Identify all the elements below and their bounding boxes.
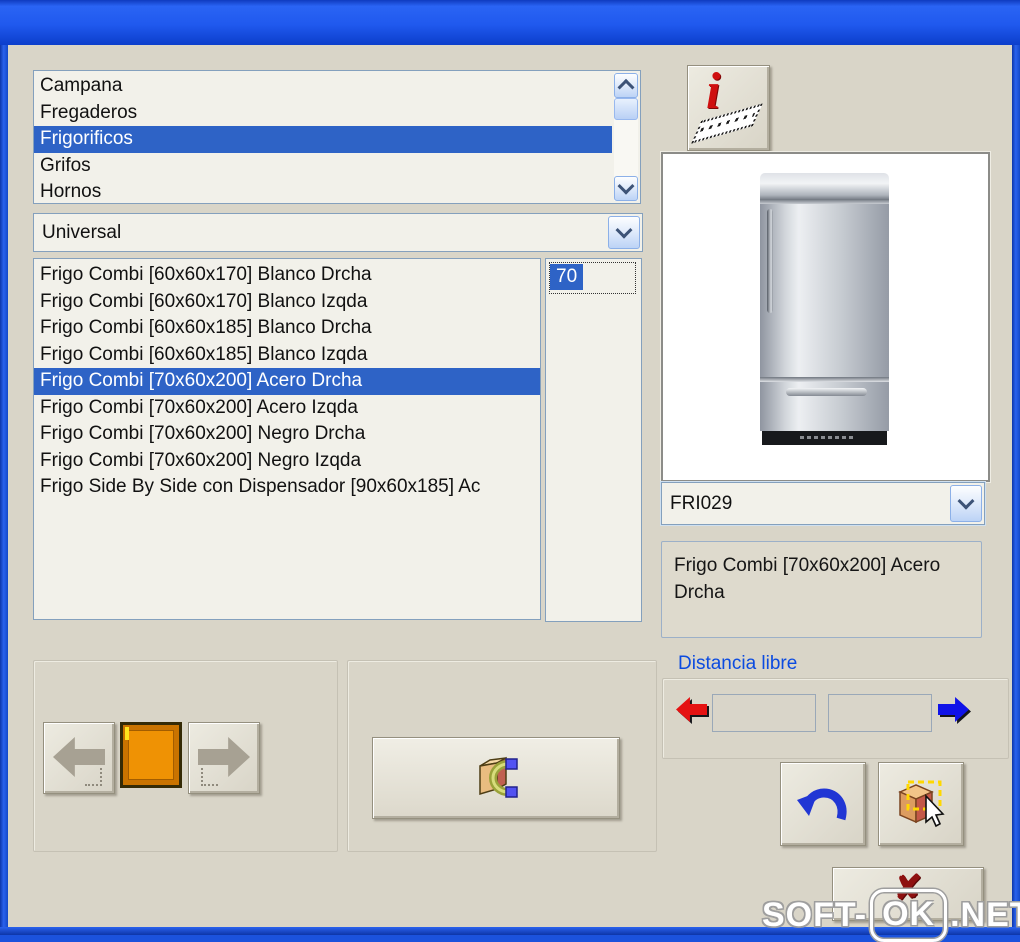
brand-combobox[interactable]: Universal — [33, 213, 643, 252]
watermark-suffix: .NET — [950, 896, 1020, 934]
product-listbox: Frigo Combi [60x60x170] Blanco Drcha Frig… — [33, 258, 541, 620]
distancia-libre-label: Distancia libre — [678, 653, 798, 674]
product-list-item[interactable]: Frigo Combi [70x60x200] Negro Drcha — [34, 421, 540, 448]
info-icon: i — [706, 63, 721, 120]
watermark-prefix: SOFT- — [762, 896, 868, 934]
chevron-down-icon — [957, 492, 975, 510]
product-list-item[interactable]: Frigo Combi [60x60x185] Blanco Drcha — [34, 315, 540, 342]
category-list-item[interactable]: Campana — [34, 73, 612, 100]
undo-button[interactable] — [780, 762, 866, 846]
scroll-down-button[interactable] — [614, 176, 638, 201]
fridge-door — [760, 204, 889, 377]
color-swatch-button[interactable] — [120, 722, 182, 788]
blue-right-arrow-icon — [938, 697, 969, 722]
product-preview-panel — [661, 152, 990, 482]
category-list-item[interactable]: Frigorificos — [34, 126, 612, 153]
distancia-right-input[interactable] — [828, 694, 932, 732]
category-list-item[interactable]: Fregaderos — [34, 100, 612, 127]
fridge-handle — [767, 209, 773, 313]
chevron-down-icon — [615, 221, 633, 239]
fridge-drawer-handle — [786, 388, 867, 396]
title-bar[interactable] — [0, 0, 1020, 45]
model-combobox[interactable]: FRI029 — [661, 482, 985, 525]
soft-ok-net-watermark: SOFT- OK .NET — [762, 889, 1020, 942]
undo-arrow-icon — [781, 763, 865, 845]
next-item-button[interactable] — [188, 722, 260, 794]
dotted-trail-icon — [201, 768, 218, 786]
swatch-highlight — [125, 727, 129, 740]
red-left-arrow-icon — [676, 697, 707, 722]
refrigerator-image — [760, 173, 889, 445]
magnet-box-icon — [373, 738, 619, 818]
product-list-item[interactable]: Frigo Combi [60x60x170] Blanco Drcha — [34, 262, 540, 289]
info-measure-button[interactable]: i — [687, 63, 770, 151]
width-value: 70 — [550, 264, 584, 290]
category-listbox: Campana Fregaderos Frigorificos Grifos Horno… — [33, 70, 641, 204]
watermark-ok-badge: OK — [870, 889, 948, 942]
scroll-thumb[interactable] — [614, 98, 638, 120]
chevron-down-icon — [617, 177, 635, 195]
product-list-item[interactable]: Frigo Combi [60x60x185] Blanco Izqda — [34, 342, 540, 369]
model-combobox-arrow-button[interactable] — [950, 485, 982, 522]
product-list-item[interactable]: Frigo Combi [60x60x170] Blanco Izqda — [34, 289, 540, 316]
width-list-item[interactable]: 70 — [549, 262, 636, 294]
snap-magnet-button[interactable] — [372, 737, 620, 819]
product-list-item[interactable]: Frigo Combi [70x60x200] Negro Izqda — [34, 448, 540, 475]
fridge-freezer-drawer — [760, 382, 889, 431]
window-border-left — [0, 45, 8, 935]
dialog-body: Campana Fregaderos Frigorificos Grifos Horno… — [8, 45, 1012, 927]
place-object-button[interactable] — [878, 762, 964, 846]
fridge-base — [762, 431, 887, 445]
product-list-item[interactable]: Frigo Side By Side con Dispensador [90x6… — [34, 474, 540, 501]
category-list-item[interactable]: Hornos — [34, 179, 612, 206]
product-list-item[interactable]: Frigo Combi [70x60x200] Acero Drcha — [34, 368, 540, 395]
brand-combobox-arrow-button[interactable] — [608, 216, 640, 249]
distancia-left-input[interactable] — [712, 694, 816, 732]
category-list-item[interactable]: Grifos — [34, 153, 612, 180]
product-list-item[interactable]: Frigo Combi [70x60x200] Acero Izqda — [34, 395, 540, 422]
category-scrollbar[interactable] — [614, 73, 638, 201]
product-description: Frigo Combi [70x60x200] Acero Drcha — [661, 541, 982, 638]
chevron-up-icon — [617, 78, 635, 96]
cube-cursor-icon — [879, 763, 963, 845]
previous-item-button[interactable] — [43, 722, 115, 794]
model-combobox-value: FRI029 — [670, 492, 733, 514]
width-listbox: 70 — [545, 258, 642, 622]
brand-combobox-value: Universal — [42, 221, 122, 243]
window-border-right — [1012, 45, 1020, 935]
ruler-icon — [691, 103, 763, 144]
fridge-top-cap — [760, 173, 889, 199]
scroll-up-button[interactable] — [614, 73, 638, 98]
orange-swatch — [128, 730, 174, 780]
dotted-trail-icon — [85, 768, 102, 786]
